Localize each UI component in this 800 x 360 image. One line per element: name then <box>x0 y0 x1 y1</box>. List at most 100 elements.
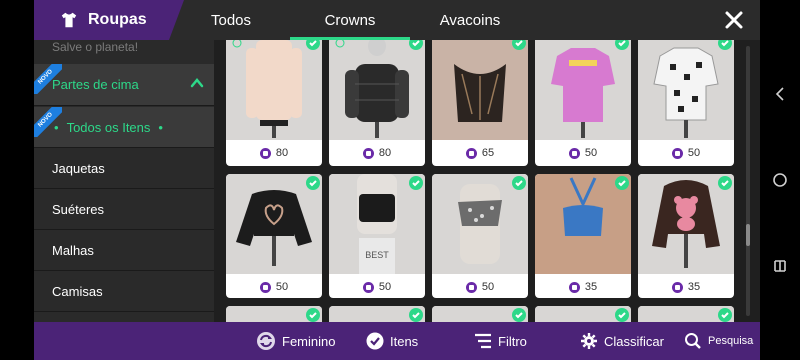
crown-coin-icon <box>362 281 374 293</box>
home-icon[interactable] <box>772 172 788 188</box>
clothing-shop-window: Roupas Todos Crowns Avacoins Salve o pla… <box>34 0 760 360</box>
crown-coin-icon <box>671 281 683 293</box>
item-price: 50 <box>226 276 322 298</box>
tab-todos[interactable]: Todos <box>184 0 278 40</box>
item-thumbnail <box>638 174 734 274</box>
back-icon[interactable] <box>772 86 788 102</box>
item-card-partial[interactable] <box>638 306 734 322</box>
item-thumbnail <box>535 40 631 140</box>
item-thumbnail <box>432 174 528 274</box>
close-icon[interactable] <box>722 8 746 32</box>
item-thumbnail <box>226 40 322 140</box>
price-value: 50 <box>584 147 598 159</box>
chevron-up-icon[interactable] <box>190 76 204 90</box>
item-card[interactable]: 35 <box>535 174 631 298</box>
owned-check-icon <box>615 176 629 190</box>
price-value: 50 <box>275 281 289 293</box>
item-price: 50 <box>535 142 631 164</box>
sidebar-item-faded-label: Salve o planeta! <box>52 40 139 54</box>
recents-icon[interactable] <box>772 258 788 274</box>
items-button[interactable]: Itens <box>366 322 418 360</box>
item-card[interactable]: 50 <box>226 174 322 298</box>
sidebar-item-sueteres[interactable]: Suéteres <box>34 190 214 230</box>
sidebar-item-jaquetas[interactable]: Jaquetas <box>34 149 214 189</box>
item-card-partial[interactable] <box>226 306 322 322</box>
grid-scrollbar[interactable] <box>746 46 750 316</box>
tab-crowns[interactable]: Crowns <box>290 0 410 40</box>
sidebar-item-all-items[interactable]: NOVO • Todos os Itens • <box>34 107 214 148</box>
item-card-partial[interactable] <box>432 306 528 322</box>
item-card[interactable]: 50 <box>432 174 528 298</box>
sidebar-group-tops[interactable]: NOVO Partes de cima <box>34 64 214 106</box>
item-card[interactable]: 65 <box>432 40 528 166</box>
item-card[interactable]: 80 <box>329 40 425 166</box>
item-price: 65 <box>432 142 528 164</box>
owned-check-icon <box>512 176 526 190</box>
gender-swap-icon <box>257 332 275 350</box>
crown-coin-icon <box>362 147 374 159</box>
price-value: 80 <box>275 147 289 159</box>
pattern-tee-image <box>653 47 719 138</box>
search-button[interactable]: Pesquisa <box>684 322 753 360</box>
scrollbar-thumb[interactable] <box>746 224 750 246</box>
teddy-hoodie-image <box>652 180 720 268</box>
gear-icon <box>581 333 597 349</box>
item-price: 50 <box>432 276 528 298</box>
items-button-label: Itens <box>390 333 419 349</box>
price-value: 50 <box>481 281 495 293</box>
item-card[interactable]: 50 <box>638 40 734 166</box>
item-card[interactable]: 35 <box>638 174 734 298</box>
price-value: 50 <box>687 147 701 159</box>
sidebar-item-label: Camisas <box>52 284 103 299</box>
sidebar-item-all-items-label: Todos os Itens <box>66 119 151 135</box>
sidebar-item-label: Suéteres <box>52 202 105 217</box>
owned-check-icon <box>306 176 320 190</box>
owned-check-icon <box>718 308 732 322</box>
search-button-label: Pesquisa <box>708 335 754 347</box>
header-bar: Roupas Todos Crowns Avacoins <box>34 0 760 40</box>
halter-top-image <box>557 174 609 274</box>
puffer-jacket-image <box>345 40 409 138</box>
item-thumbnail <box>329 40 425 140</box>
item-card[interactable]: 80 <box>226 40 322 166</box>
tab-avacoins-label: Avacoins <box>439 11 501 29</box>
item-card[interactable]: BEST 50 <box>329 174 425 298</box>
crown-coin-icon <box>568 147 580 159</box>
item-card-partial[interactable] <box>329 306 425 322</box>
sidebar-item-malhas[interactable]: Malhas <box>34 231 214 271</box>
item-thumbnail: BEST <box>329 174 425 274</box>
item-thumbnail <box>226 174 322 274</box>
tab-todos-label: Todos <box>210 11 252 29</box>
filter-button[interactable]: Filtro <box>474 322 527 360</box>
item-card-partial[interactable] <box>535 306 631 322</box>
new-badge: NOVO <box>34 64 62 94</box>
tab-avacoins[interactable]: Avacoins <box>422 0 518 40</box>
sort-button[interactable]: Classificar <box>580 322 664 360</box>
price-value: 80 <box>378 147 392 159</box>
sidebar-item-faded[interactable]: Salve o planeta! <box>34 40 214 54</box>
system-nav-bar <box>760 0 800 360</box>
new-badge-label: NOVO <box>34 107 62 137</box>
bullet-dot: • <box>158 119 163 135</box>
item-price: 80 <box>329 142 425 164</box>
owned-check-icon <box>718 176 732 190</box>
item-price: 35 <box>638 276 734 298</box>
sidebar-item-camisas[interactable]: Camisas <box>34 272 214 312</box>
filter-icon <box>475 333 491 349</box>
crown-coin-icon <box>568 281 580 293</box>
check-circle-icon <box>366 332 384 350</box>
price-value: 50 <box>378 281 392 293</box>
owned-check-icon <box>615 308 629 322</box>
tab-crowns-label: Crowns <box>324 11 376 29</box>
crown-coin-icon <box>671 147 683 159</box>
gender-toggle-label: Feminino <box>282 333 336 349</box>
sort-button-label: Classificar <box>604 333 664 349</box>
search-icon <box>685 333 701 349</box>
owned-check-icon <box>306 308 320 322</box>
sidebar-group-label: Partes de cima <box>52 77 139 92</box>
gender-toggle-button[interactable]: Feminino <box>256 322 335 360</box>
heart-sweater-image <box>236 190 312 266</box>
item-card[interactable]: 50 <box>535 40 631 166</box>
license-icon <box>335 40 345 48</box>
sidebar-item-label: Malhas <box>52 243 94 258</box>
